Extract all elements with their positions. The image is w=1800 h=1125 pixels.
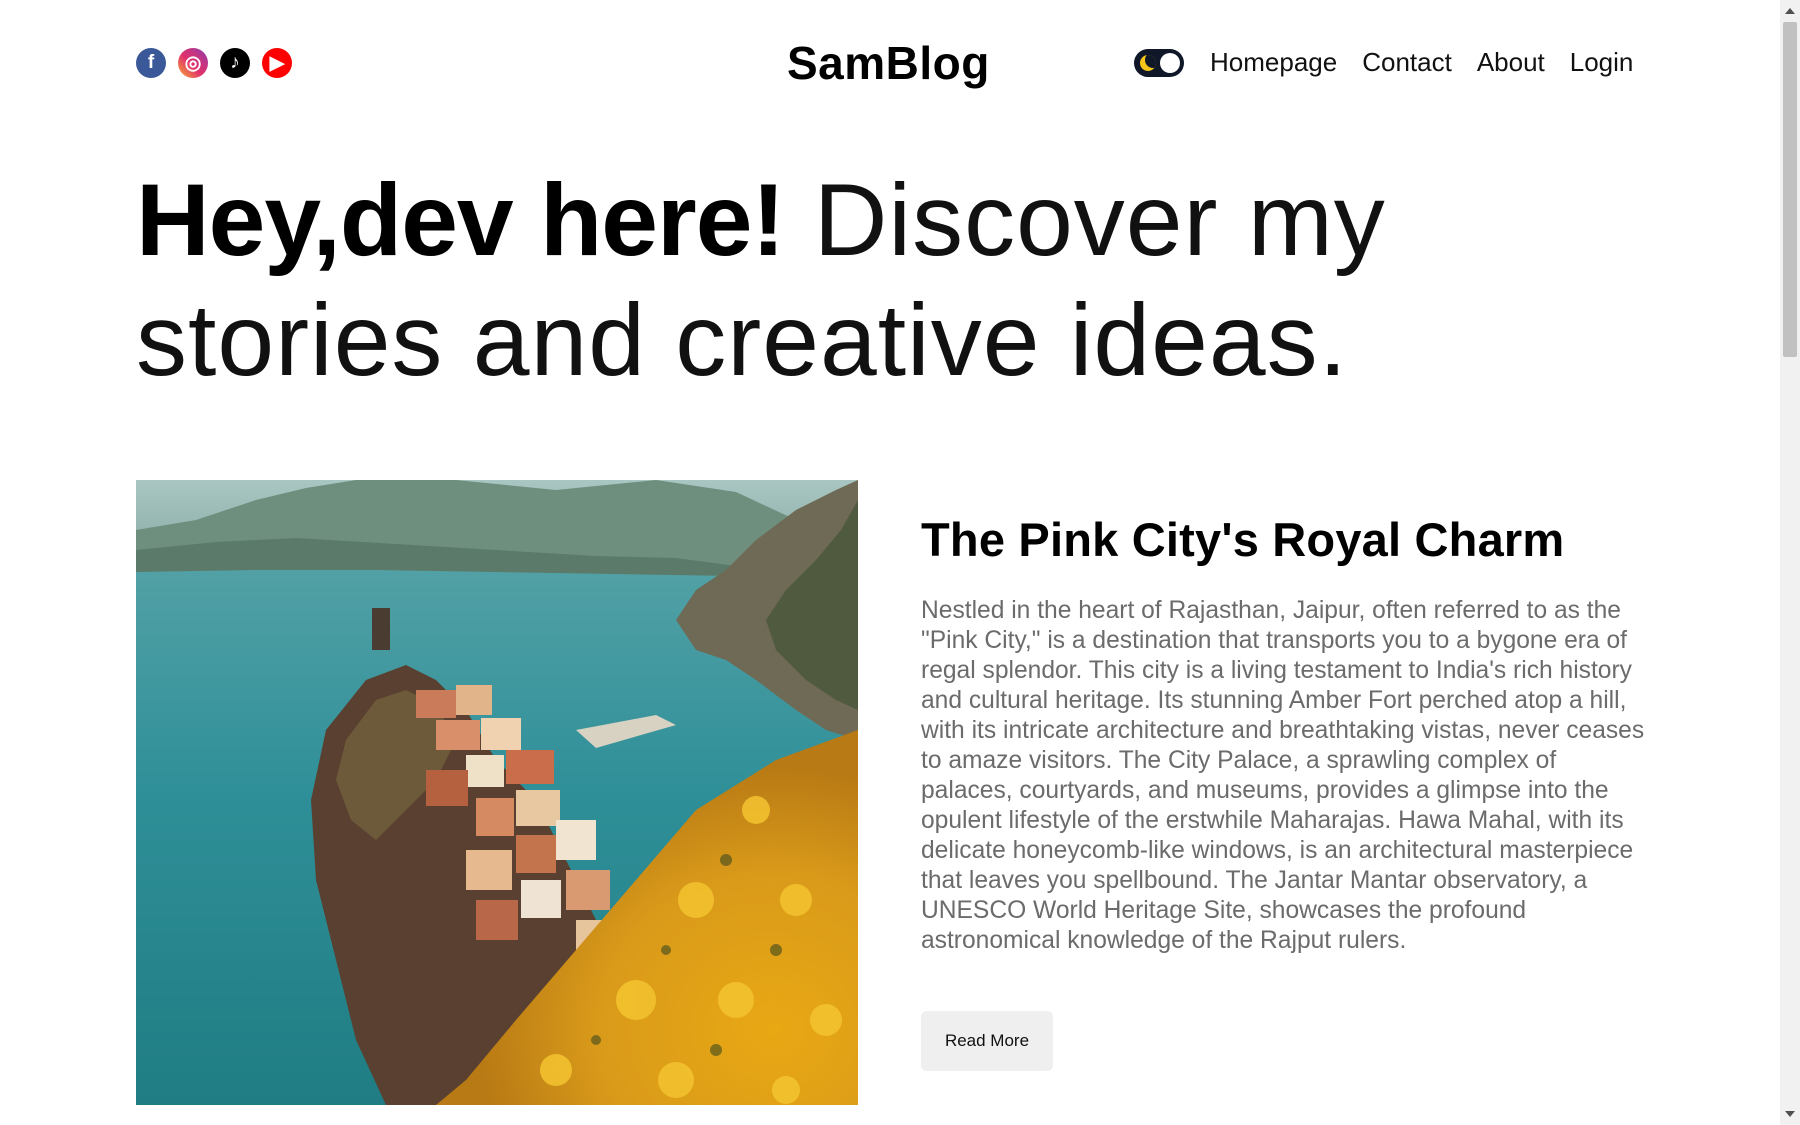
post-image[interactable]: [136, 480, 858, 1105]
nav-homepage-link[interactable]: Homepage: [1210, 47, 1337, 78]
castle-tower: [372, 608, 390, 650]
site-logo[interactable]: SamBlog: [787, 36, 990, 90]
theme-toggle[interactable]: [1134, 49, 1184, 77]
tiktok-icon[interactable]: ♪: [220, 48, 250, 78]
social-links: f ◎ ♪ ▶: [136, 48, 292, 78]
scrollbar-thumb[interactable]: [1783, 22, 1797, 357]
nav-contact-link[interactable]: Contact: [1362, 47, 1452, 78]
youtube-icon[interactable]: ▶: [262, 48, 292, 78]
post-title[interactable]: The Pink City's Royal Charm: [921, 512, 1564, 567]
post-excerpt: Nestled in the heart of Rajasthan, Jaipu…: [921, 597, 1645, 954]
moon-icon: [1140, 55, 1156, 71]
read-more-button[interactable]: Read More: [921, 1011, 1053, 1071]
page: f ◎ ♪ ▶ SamBlog Homepage Contact About L…: [0, 0, 1780, 1125]
toggle-knob: [1160, 53, 1180, 73]
nav-about-link[interactable]: About: [1477, 47, 1545, 78]
hero-heading-bold: Hey,dev here!: [136, 163, 785, 277]
nav-login-link[interactable]: Login: [1570, 47, 1634, 78]
main-nav: Homepage Contact About Login: [1210, 47, 1633, 78]
coastal-village-illustration: [136, 480, 858, 1105]
scroll-up-arrow-icon[interactable]: [1785, 8, 1795, 14]
page-scrollbar[interactable]: [1780, 0, 1800, 1125]
facebook-icon[interactable]: f: [136, 48, 166, 78]
instagram-icon[interactable]: ◎: [178, 48, 208, 78]
scroll-down-arrow-icon[interactable]: [1785, 1111, 1795, 1117]
hero-heading: Hey,dev here! Discover my stories and cr…: [136, 160, 1636, 400]
